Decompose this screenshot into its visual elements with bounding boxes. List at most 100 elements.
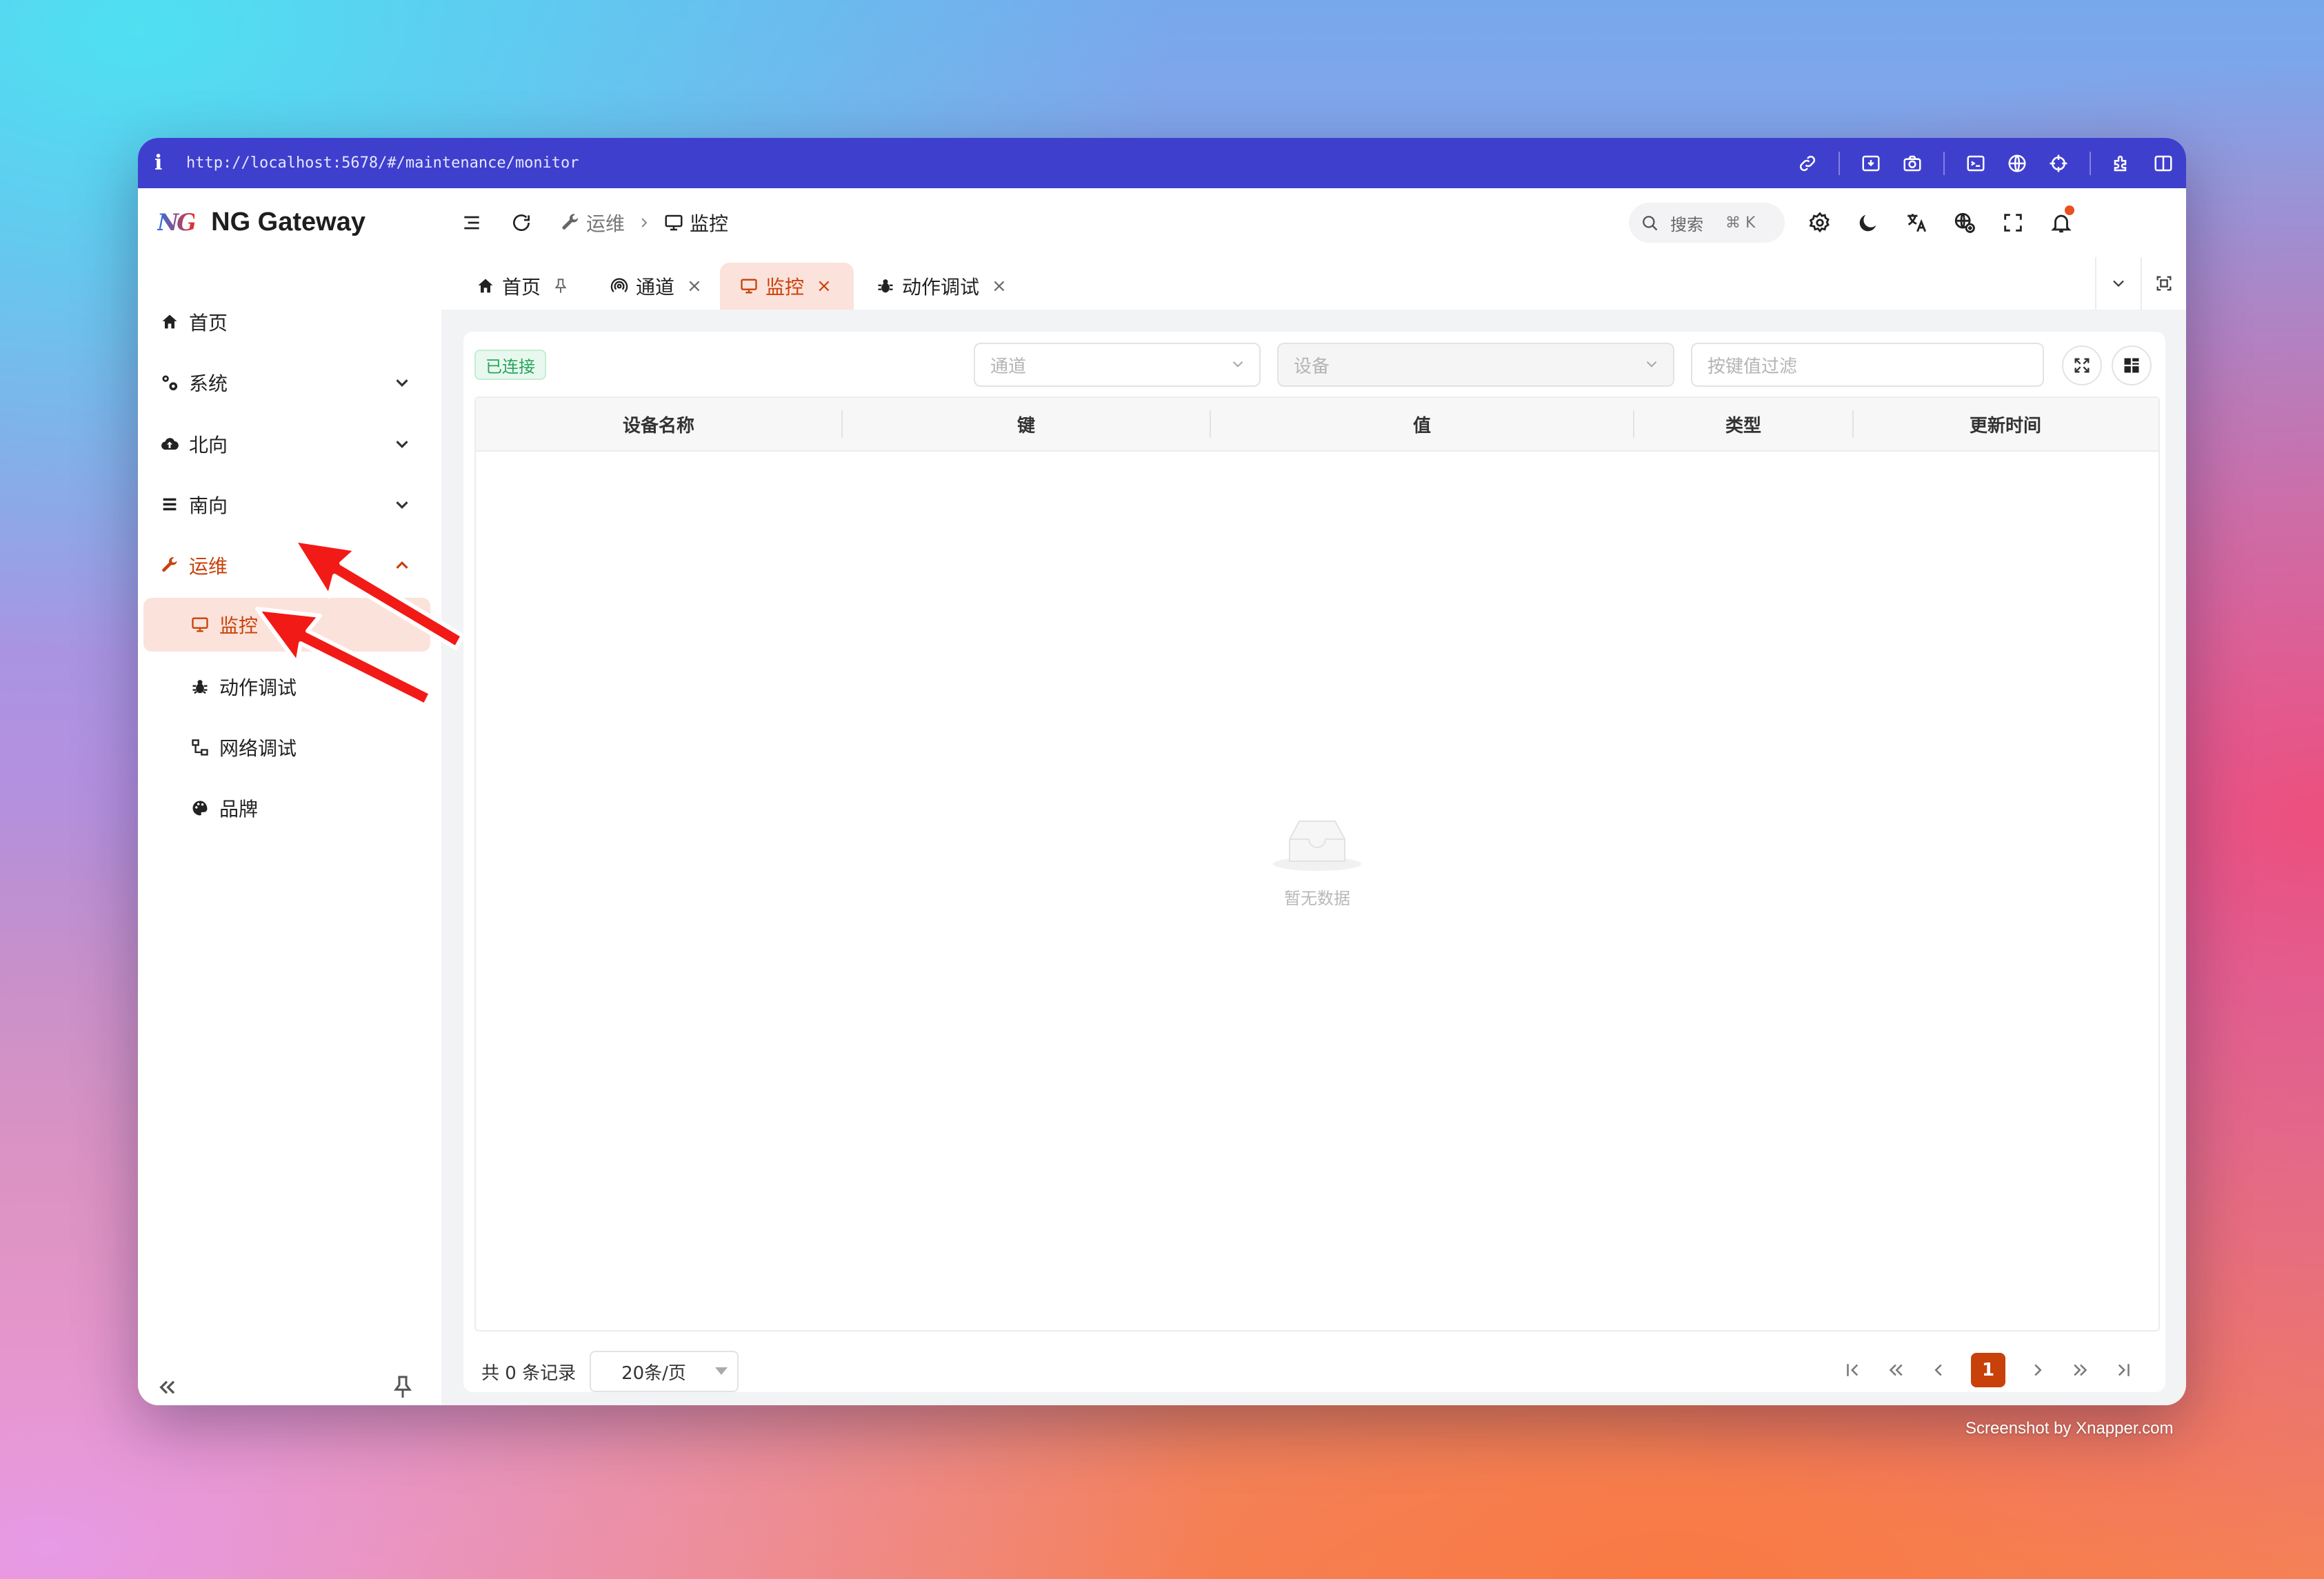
close-icon[interactable]: × — [817, 276, 832, 296]
first-page-icon[interactable] — [1843, 1360, 1863, 1380]
previous-page-icon[interactable] — [1928, 1360, 1949, 1380]
extension-icon[interactable] — [2112, 153, 2132, 174]
connection-status-badge: 已连接 — [474, 350, 546, 380]
sidebar-item-label: 动作调试 — [219, 676, 297, 699]
device-select[interactable]: 设备 — [1277, 343, 1674, 387]
column-header-key[interactable]: 键 — [843, 398, 1210, 450]
empty-inbox-icon — [1273, 821, 1361, 871]
tab-channel[interactable]: 通道 × — [610, 263, 702, 310]
link-icon[interactable] — [1797, 153, 1818, 174]
chevron-down-icon — [1646, 361, 1657, 368]
channel-select[interactable]: 通道 — [974, 343, 1261, 387]
column-header-device-name[interactable]: 设备名称 — [476, 398, 841, 450]
sidebar: NG NG Gateway 首页 系统 北向 南向 运维 监控 动作调试 网络调… — [138, 188, 443, 1405]
layout-toggle-button[interactable] — [2112, 345, 2152, 385]
tab-label: 监控 — [765, 276, 805, 299]
close-icon[interactable]: × — [687, 276, 702, 296]
next-page-icon[interactable] — [2027, 1360, 2048, 1380]
table-header: 设备名称 键 值 类型 更新时间 — [476, 398, 2158, 452]
close-icon[interactable]: × — [992, 276, 1007, 296]
device-select-placeholder: 设备 — [1294, 356, 1330, 377]
data-table: 设备名称 键 值 类型 更新时间 暂无数据 — [474, 396, 2160, 1331]
pagination-summary: 共 0 条记录 20条/页 — [481, 1351, 739, 1392]
sidebar-item-monitor[interactable]: 监控 — [143, 598, 430, 652]
dark-mode-icon[interactable] — [1856, 211, 1880, 234]
url-text[interactable]: http://localhost:5678/#/maintenance/moni… — [186, 154, 579, 172]
app-logo[interactable]: NG NG Gateway — [157, 208, 365, 237]
sidebar-item-action-debug[interactable]: 动作调试 — [143, 660, 430, 714]
sidebar-item-label: 品牌 — [219, 798, 259, 821]
info-icon[interactable]: i — [154, 151, 179, 175]
tab-monitor[interactable]: 监控 × — [720, 263, 854, 310]
sidebar-item-brand[interactable]: 品牌 — [143, 781, 430, 835]
sidebar-item-label: 南向 — [189, 494, 228, 517]
pin-icon[interactable] — [389, 1374, 417, 1401]
menu-toggle-icon[interactable] — [461, 212, 483, 234]
home-icon — [156, 308, 183, 336]
sidebar-item-maintenance[interactable]: 运维 — [143, 539, 430, 592]
key-filter-input[interactable]: 按键值过滤 — [1691, 343, 2044, 387]
camera-icon[interactable] — [1902, 153, 1923, 174]
chevron-down-icon — [2113, 280, 2124, 288]
sidebar-item-network-debug[interactable]: 网络调试 — [143, 721, 430, 774]
sidebar-item-southbound[interactable]: 南向 — [143, 478, 430, 532]
fullscreen-icon[interactable] — [2001, 211, 2025, 234]
chevron-down-icon — [1232, 361, 1243, 368]
column-header-value[interactable]: 值 — [1211, 398, 1633, 450]
terminal-icon[interactable] — [1965, 153, 1986, 174]
monitor-panel: 已连接 通道 设备 按键值过滤 设备名称 键 值 类型 更新时间 暂无数据 共 … — [463, 332, 2165, 1392]
bug-icon — [186, 673, 214, 701]
collapse-sidebar-icon[interactable] — [153, 1374, 181, 1401]
refresh-icon[interactable] — [510, 212, 532, 234]
sidebar-item-label: 监控 — [219, 614, 259, 637]
current-page-button[interactable]: 1 — [1971, 1353, 2005, 1387]
monitor-icon — [665, 214, 683, 231]
cloud-upload-icon — [156, 430, 183, 458]
app-name: NG Gateway — [211, 208, 365, 237]
tab-label: 通道 — [636, 276, 675, 299]
save-page-icon[interactable] — [1861, 153, 1881, 174]
translate-icon[interactable] — [1905, 211, 1928, 234]
column-header-type[interactable]: 类型 — [1634, 398, 1852, 450]
tab-action-debug[interactable]: 动作调试 × — [876, 263, 1007, 310]
tab-label: 动作调试 — [902, 276, 980, 299]
breadcrumb: 运维 监控 — [560, 209, 728, 237]
tab-label: 首页 — [502, 276, 541, 299]
empty-state-text: 暂无数据 — [1284, 889, 1350, 908]
browser-url-bar: i http://localhost:5678/#/maintenance/mo… — [138, 138, 2186, 188]
signal-icon — [610, 278, 628, 292]
monitor-icon — [741, 279, 757, 294]
sidebar-item-northbound[interactable]: 北向 — [143, 417, 430, 471]
search-icon — [1643, 216, 1658, 231]
wrench-icon — [562, 214, 579, 230]
chevron-down-icon — [396, 441, 408, 448]
key-filter-placeholder: 按键值过滤 — [1707, 356, 1798, 377]
list-icon — [156, 491, 183, 519]
crosshair-icon[interactable] — [2048, 153, 2069, 174]
chevron-down-icon — [396, 501, 408, 509]
toolbar-divider — [1943, 151, 1945, 175]
screenshot-credit: Screenshot by Xnapper.com — [1965, 1419, 2174, 1438]
toolbar-divider — [2090, 151, 2091, 175]
last-page-icon[interactable] — [2113, 1360, 2134, 1380]
tab-home[interactable]: 首页 — [476, 263, 570, 310]
sidebar-item-home[interactable]: 首页 — [143, 295, 430, 349]
breadcrumb-item[interactable]: 运维 — [586, 209, 625, 237]
globe-icon[interactable] — [2007, 153, 2027, 174]
jump-forward-icon[interactable] — [2070, 1360, 2091, 1380]
pagination: 1 — [1843, 1351, 2134, 1389]
column-header-updated-time[interactable]: 更新时间 — [1854, 398, 2157, 450]
pin-icon[interactable] — [552, 277, 570, 295]
language-icon[interactable] — [1953, 211, 1976, 234]
home-icon — [478, 279, 493, 293]
tab-menu-button[interactable] — [2095, 257, 2141, 310]
maximize-content-button[interactable] — [2141, 257, 2186, 310]
global-search[interactable]: 搜索 ⌘ K — [1629, 203, 1785, 243]
settings-icon[interactable] — [1808, 211, 1832, 234]
jump-back-icon[interactable] — [1885, 1360, 1906, 1380]
fullscreen-table-button[interactable] — [2062, 345, 2102, 385]
page-size-select[interactable]: 20条/页 — [590, 1351, 739, 1392]
chevron-up-icon — [396, 561, 408, 569]
split-view-icon[interactable] — [2153, 153, 2174, 174]
sidebar-item-system[interactable]: 系统 — [143, 356, 430, 410]
